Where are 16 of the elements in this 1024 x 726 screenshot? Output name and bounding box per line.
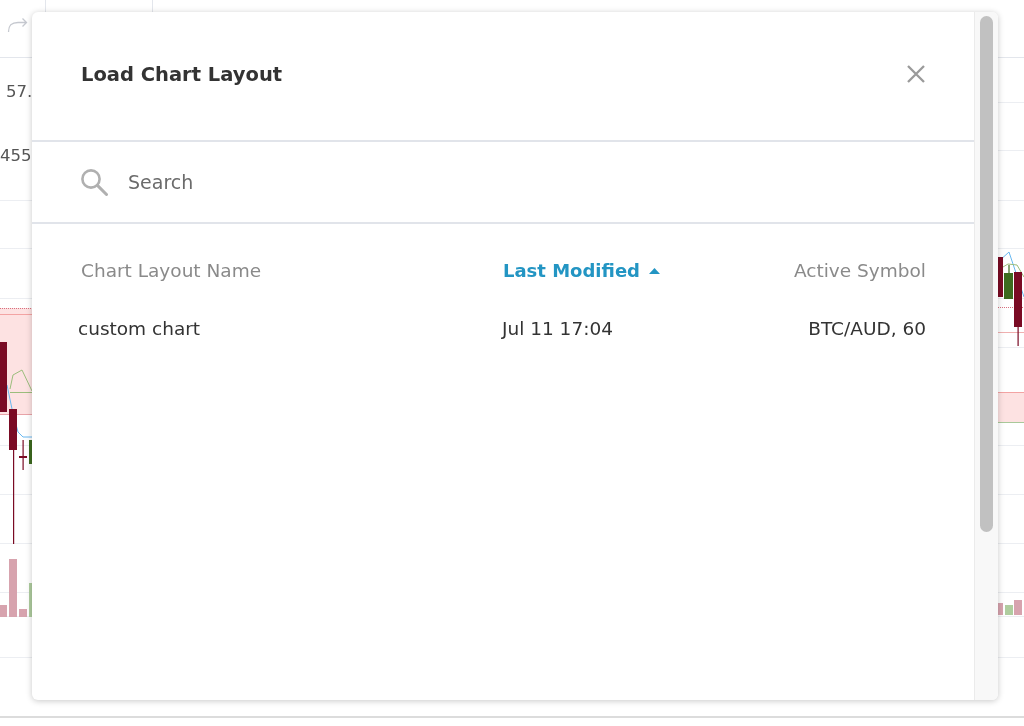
column-header[interactable]: Chart Layout Name: [81, 260, 262, 282]
close-button[interactable]: [907, 65, 925, 83]
search-field[interactable]: Search: [128, 142, 974, 222]
redo-icon[interactable]: [7, 17, 28, 33]
dialog-title: Load Chart Layout: [81, 62, 283, 86]
search-icon: [80, 168, 108, 196]
scrollbar[interactable]: [974, 12, 998, 700]
table-cell: Jul 11 17:04: [502, 318, 613, 340]
price-label: 57.: [6, 82, 33, 102]
table-cell: custom chart: [78, 318, 201, 340]
price-label: 455: [0, 146, 32, 166]
column-header[interactable]: Active Symbol: [793, 260, 926, 282]
column-header[interactable]: Last Modified: [503, 260, 660, 282]
table-cell: BTC/AUD, 60: [808, 318, 926, 340]
scrollbar-thumb[interactable]: [980, 16, 993, 532]
close-icon: [907, 65, 925, 83]
